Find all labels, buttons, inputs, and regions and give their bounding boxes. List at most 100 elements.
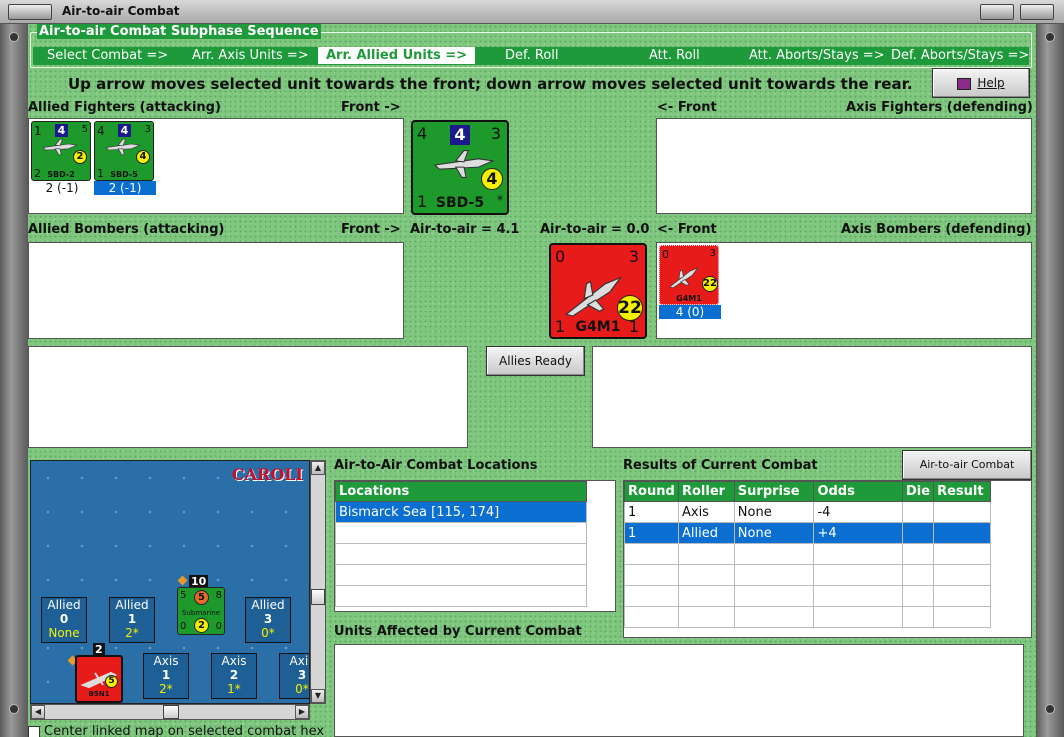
axis-fighters-label: Axis Fighters (defending) <box>846 100 1033 115</box>
results-cell <box>933 543 991 565</box>
results-header-cell: Result <box>933 481 991 502</box>
units-affected-title: Units Affected by Current Combat <box>334 624 582 639</box>
allied-fighter-counter[interactable]: 4 4 3 4 1 SBD-5 <box>94 121 154 181</box>
air-to-air-chart-button[interactable]: Air-to-air Combat Chart <box>902 450 1032 499</box>
results-cell <box>933 501 991 523</box>
results-cell <box>933 606 991 628</box>
locations-list[interactable]: Locations Bismarck Sea [115, 174] <box>334 480 616 612</box>
results-cell <box>813 606 903 628</box>
system-menu-button[interactable] <box>8 4 52 20</box>
stack-marker-icon <box>177 575 188 586</box>
scroll-v-thumb[interactable] <box>311 589 325 605</box>
results-row[interactable] <box>624 564 991 586</box>
left-frame <box>0 24 28 737</box>
location-row[interactable] <box>335 522 587 544</box>
map-region-label: CAROLI <box>231 465 303 484</box>
allies-ready-button[interactable]: Allies Ready <box>486 346 585 376</box>
subphase-step-4[interactable]: Def. Roll <box>505 48 559 63</box>
subphase-group: Air-to-air Combat Subphase Sequence Sele… <box>30 24 1032 68</box>
results-cell <box>733 543 815 565</box>
allied-fighter-value: 2 (-1) <box>94 181 156 195</box>
axis-altitude-box[interactable]: Axis 2 1* <box>211 653 257 699</box>
scroll-left-arrow[interactable]: ◀ <box>31 705 45 719</box>
linked-map[interactable]: CAROLI Allied 0 None Allied 1 2* Allied 3 0* Axi… <box>30 460 310 704</box>
client-area: Air-to-air Combat Subphase Sequence Sele… <box>28 24 1036 737</box>
subphase-step-3[interactable]: Arr. Allied Units => <box>318 47 476 64</box>
center-map-option[interactable]: Center linked map on selected combat hex <box>28 724 328 737</box>
results-cell <box>733 585 815 607</box>
results-cell <box>933 522 991 544</box>
allied-reserve-panel[interactable] <box>28 346 468 448</box>
results-cell <box>624 606 679 628</box>
results-table[interactable]: Round Roller Surprise Odds Die Result 1 Axis No… <box>623 480 1032 638</box>
results-row[interactable]: 1 Axis None -4 <box>624 501 991 523</box>
allied-bombers-panel[interactable] <box>28 242 404 339</box>
scroll-up-arrow[interactable]: ▲ <box>311 461 325 475</box>
results-row[interactable] <box>624 585 991 607</box>
results-cell: 1 <box>624 501 679 523</box>
results-row[interactable] <box>624 606 991 628</box>
dive-bomber-plane-icon <box>433 150 495 178</box>
axis-bombers-label: Axis Bombers (defending) <box>841 222 1032 237</box>
axis-reserve-panel[interactable] <box>592 346 1032 448</box>
help-button[interactable]: Help <box>932 68 1030 98</box>
axis-altitude-box[interactable]: Axis30* <box>279 653 309 699</box>
results-cell <box>733 606 815 628</box>
results-cell <box>677 606 735 628</box>
results-cell: -4 <box>813 501 903 523</box>
location-row[interactable] <box>335 585 587 607</box>
results-cell <box>677 585 735 607</box>
results-row[interactable] <box>624 543 991 565</box>
location-row[interactable] <box>335 543 587 565</box>
axis-bombers-panel[interactable]: 0 3 22 G4M1 4 (0) <box>656 242 1032 339</box>
scroll-h-thumb[interactable] <box>163 705 179 719</box>
subphase-step-7[interactable]: Def. Aborts/Stays => <box>891 48 1029 63</box>
axis-bomber-value: 4 (0) <box>659 305 721 319</box>
results-cell <box>624 564 679 586</box>
locations-title: Air-to-Air Combat Locations <box>334 458 538 473</box>
allied-fighter-value: 2 (-1) <box>45 181 79 195</box>
subphase-step-1[interactable]: Select Combat => <box>47 48 168 63</box>
results-cell <box>933 564 991 586</box>
results-cell <box>901 564 935 586</box>
map-vertical-scrollbar[interactable]: ▲ ▼ <box>310 460 326 704</box>
units-affected-panel[interactable] <box>334 644 1024 737</box>
center-map-checkbox[interactable] <box>28 725 40 737</box>
right-frame <box>1036 24 1064 737</box>
allied-fighter-counter[interactable]: 1 4 5 2 2 SBD-2 <box>31 121 91 181</box>
location-cell <box>335 543 587 565</box>
results-cell <box>624 543 679 565</box>
results-cell <box>677 543 735 565</box>
results-row[interactable]: 1 Allied None +4 <box>624 522 991 544</box>
map-horizontal-scrollbar[interactable]: ◀ ▶ <box>30 704 310 720</box>
subphase-step-5[interactable]: Att. Roll <box>649 48 700 63</box>
help-book-icon <box>957 77 972 90</box>
submarine-counter[interactable]: 5 5 8 Submarine 2 0 0 <box>177 587 225 635</box>
location-row[interactable]: Bismarck Sea [115, 174] <box>335 501 587 523</box>
scroll-right-arrow[interactable]: ▶ <box>295 705 309 719</box>
locations-header: Locations <box>335 481 587 502</box>
results-cell: None <box>733 501 815 523</box>
axis-bomber-counter[interactable]: 0 3 22 G4M1 <box>659 245 719 305</box>
allied-fighters-label: Allied Fighters (attacking) <box>28 100 221 115</box>
allied-altitude-box[interactable]: Allied 3 0* <box>245 597 291 643</box>
axis-fighters-panel[interactable] <box>656 118 1032 214</box>
axis-unit-counter[interactable]: 5 B5N1 <box>75 655 123 703</box>
allied-altitude-box[interactable]: Allied 1 2* <box>109 597 155 643</box>
close-button[interactable] <box>1020 4 1054 20</box>
results-cell: 1 <box>624 522 679 544</box>
location-row[interactable] <box>335 564 587 586</box>
location-cell <box>335 585 587 607</box>
minimize-button[interactable] <box>980 4 1014 20</box>
subphase-step-6[interactable]: Att. Aborts/Stays => <box>749 48 885 63</box>
results-header-cell: Round <box>624 481 679 502</box>
subphase-step-2[interactable]: Arr. Axis Units => <box>192 48 309 63</box>
axis-altitude-box[interactable]: Axis 1 2* <box>143 653 189 699</box>
allied-altitude-box[interactable]: Allied 0 None <box>41 597 87 643</box>
scroll-down-arrow[interactable]: ▼ <box>311 689 325 703</box>
results-header-cell: Roller <box>677 481 735 502</box>
results-title: Results of Current Combat <box>623 458 818 473</box>
location-cell <box>335 564 587 586</box>
front-left-label: <- Front <box>657 100 717 115</box>
allied-fighters-panel[interactable]: 1 4 5 2 2 SBD-2 2 (-1) 4 4 3 4 1 SBD-5 2 (-1) <box>28 118 404 214</box>
